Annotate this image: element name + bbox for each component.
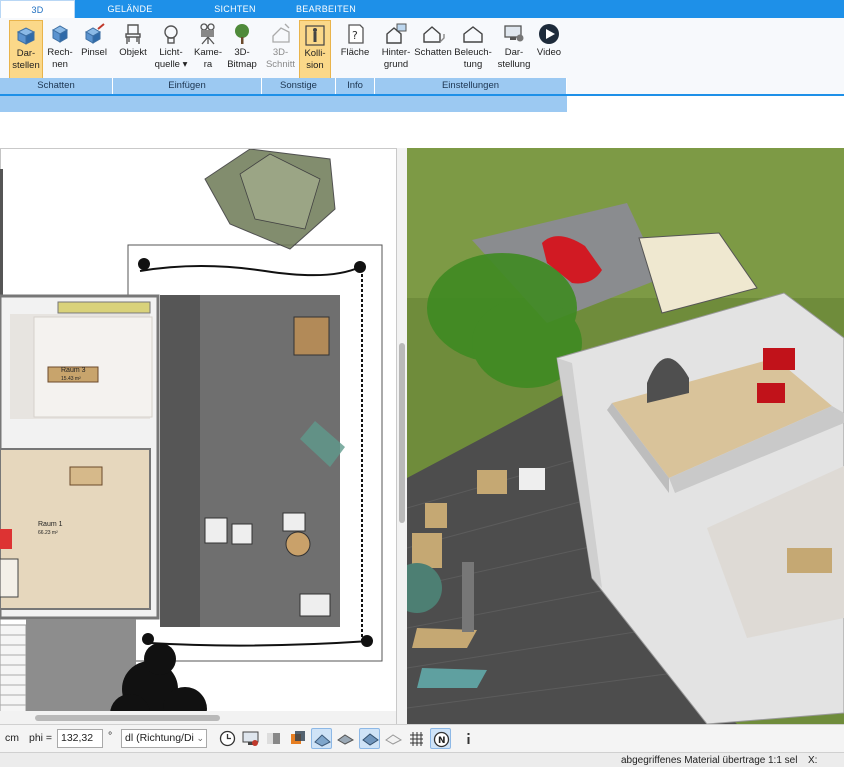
kamera-button[interactable]: Kame- ra	[192, 20, 224, 80]
info-icon[interactable]	[458, 728, 479, 749]
3d-view[interactable]	[407, 148, 844, 724]
house-cube-icon	[16, 27, 36, 45]
ribbon-group-bar	[0, 96, 567, 112]
objekt-button[interactable]: Objekt	[117, 20, 149, 80]
svg-text:N: N	[438, 736, 446, 746]
brightness-icon[interactable]	[263, 728, 284, 749]
chair-icon	[125, 24, 141, 44]
status-x-coordinate-label: X:	[808, 755, 818, 766]
person-collision-icon	[305, 25, 325, 46]
horizontal-scrollbar[interactable]	[0, 711, 396, 724]
area-info-icon: ?	[348, 24, 364, 44]
chevron-down-icon: ⌄	[196, 733, 204, 743]
floor-plan-view[interactable]: Raum 3 15.43 m² Raum 1 66.23 m²	[0, 148, 405, 724]
room-1-label: Raum 1 66.23 m²	[38, 521, 63, 536]
tab-gelaende[interactable]: GELÄNDE	[95, 0, 165, 18]
ribbon-bottom-border	[0, 94, 844, 96]
group-info: Info	[336, 78, 375, 94]
tree-icon	[235, 24, 249, 44]
ribbon-groups: Schatten Einfügen Sonstige Info Einstell…	[0, 78, 567, 94]
camera-icon	[200, 23, 215, 45]
hintergrund-button[interactable]: Hinter- grund	[378, 20, 414, 80]
house-background-icon	[386, 23, 407, 44]
rechnen-button[interactable]: Rech- nen	[45, 20, 75, 80]
darstellung-button[interactable]: Dar- stellung	[496, 20, 532, 80]
room-3-label: Raum 3 15.43 m²	[61, 367, 86, 382]
group-einstellungen: Einstellungen	[375, 78, 567, 94]
pinsel-button[interactable]: Pinsel	[79, 20, 109, 80]
3d-scene-drawing	[407, 148, 844, 724]
degree-label: °	[108, 730, 113, 742]
status-message: abgegriffenes Material übertrage	[621, 755, 766, 766]
cube-render-icon	[51, 25, 69, 43]
lightbulb-icon	[164, 25, 178, 44]
3d-bitmap-button[interactable]: 3D- Bitmap	[225, 20, 259, 80]
vertical-scrollbar-thumb[interactable]	[399, 343, 405, 523]
view-splitter[interactable]	[396, 148, 407, 724]
status-bar: abgegriffenes Material übertrage 1:1 sel…	[0, 752, 844, 767]
material-cube-icon[interactable]	[287, 728, 308, 749]
layer-view-icon[interactable]	[359, 728, 380, 749]
group-einfuegen: Einfügen	[113, 78, 262, 94]
beleuchtung-button[interactable]: Beleuch- tung	[454, 20, 492, 80]
grid-icon[interactable]	[406, 728, 427, 749]
house-lighting-icon	[463, 26, 483, 43]
ribbon-tab-bar: 3D GELÄNDE SICHTEN BEARBEITEN	[0, 0, 844, 19]
direction-select[interactable]: dl (Richtung/Di ⌄	[121, 729, 207, 748]
tab-sichten[interactable]: SICHTEN	[200, 0, 270, 18]
north-compass-icon[interactable]: N	[430, 728, 451, 749]
group-sonstige: Sonstige	[262, 78, 336, 94]
status-scale: 1:1 sel	[768, 755, 798, 766]
wireframe-icon[interactable]	[383, 728, 404, 749]
unit-label: cm	[5, 732, 19, 744]
monitor-icon[interactable]	[240, 728, 261, 749]
tab-3d[interactable]: 3D	[0, 0, 75, 19]
lichtquelle-button[interactable]: Licht- quelle ▾	[152, 20, 190, 80]
cube-brush-icon	[84, 23, 105, 44]
floor-plan-drawing	[0, 149, 383, 724]
darstellen-button[interactable]: Dar- stellen	[9, 20, 43, 80]
clock-icon[interactable]	[217, 728, 238, 749]
tree-symbol-top	[204, 149, 336, 250]
tab-bearbeiten[interactable]: BEARBEITEN	[290, 0, 362, 18]
play-icon	[539, 24, 559, 44]
surface-view-icon[interactable]	[311, 728, 332, 749]
phi-label: phi =	[29, 732, 53, 744]
group-schatten: Schatten	[0, 78, 113, 94]
house-shadow-icon	[423, 26, 445, 43]
monitor-settings-icon	[504, 25, 524, 42]
bottom-toolbar: cm phi = 132,32 ° dl (Richtung/Di ⌄ N	[0, 724, 844, 752]
flaeche-button[interactable]: ? Fläche	[338, 20, 372, 80]
horizontal-scrollbar-thumb[interactable]	[35, 715, 220, 721]
phi-input[interactable]: 132,32	[57, 729, 103, 748]
svg-text:?: ?	[352, 29, 358, 42]
section-cut-icon	[271, 23, 290, 43]
kollision-button[interactable]: Kolli- sion	[299, 20, 331, 80]
schatten-button[interactable]: Schatten	[414, 20, 452, 80]
texture-view-icon[interactable]	[335, 728, 356, 749]
3d-schnitt-button[interactable]: 3D- Schnitt	[264, 20, 297, 80]
video-button[interactable]: Video	[534, 20, 564, 80]
